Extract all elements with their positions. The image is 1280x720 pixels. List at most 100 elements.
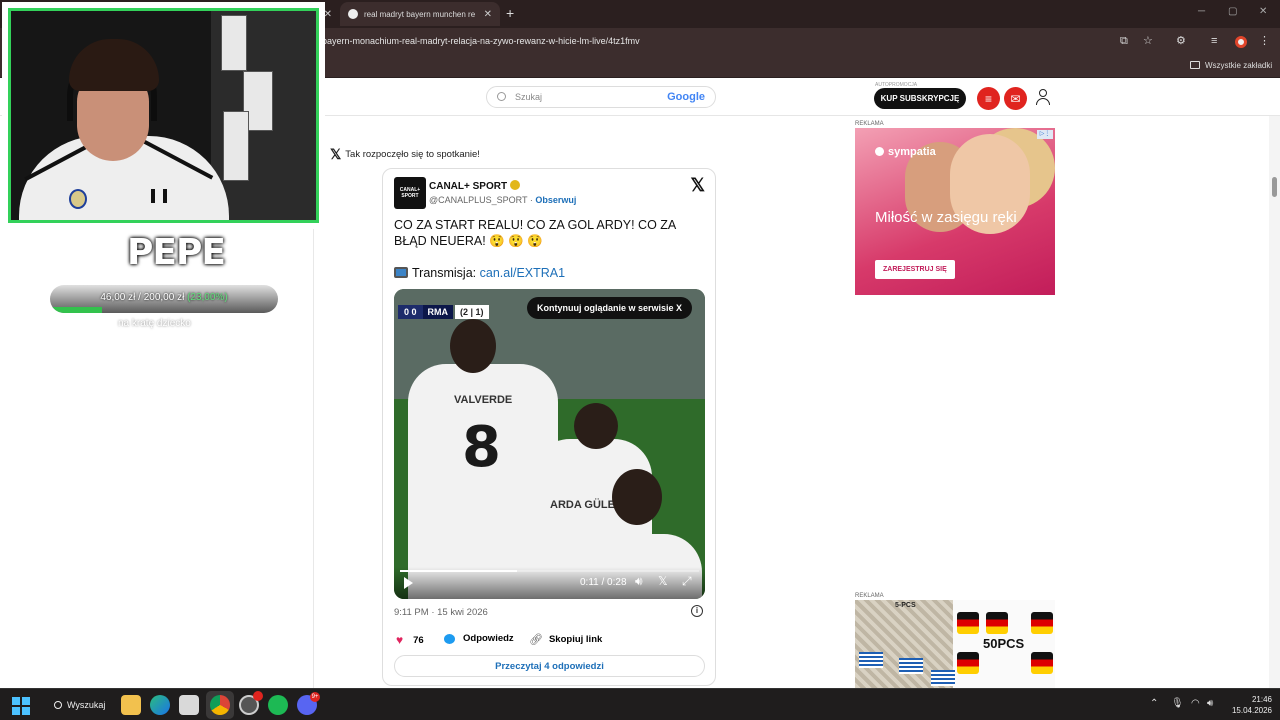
sympatia-ad[interactable]: sympatia Miłość w zasięgu ręki ZAREJESTR… xyxy=(855,128,1055,295)
chevron-up-icon[interactable]: ⌃ xyxy=(1150,699,1158,709)
spotify-icon[interactable] xyxy=(268,695,288,715)
donation-caption: na kratę dziecko xyxy=(118,318,191,329)
scrollbar-thumb[interactable] xyxy=(1272,177,1277,197)
germany-flag-icon xyxy=(1031,612,1053,634)
mail-icon[interactable]: ✉ xyxy=(1004,87,1027,110)
x-logo-icon[interactable]: 𝕏 xyxy=(658,575,668,587)
ad-brand-text: sympatia xyxy=(888,146,936,158)
taskbar-search[interactable]: Wyszukaj xyxy=(44,694,115,716)
media-controls-icon[interactable]: ≡ xyxy=(1211,36,1217,47)
tab-active[interactable]: real madryt bayern munchen re ✕ xyxy=(340,2,500,26)
tweet-text: CO ZA START REALU! CO ZA GOL ARDY! CO ZA… xyxy=(394,218,676,248)
user-head xyxy=(1039,89,1047,97)
user-account-icon[interactable] xyxy=(1034,87,1052,107)
google-logo: Google xyxy=(667,91,705,103)
chrome-icon[interactable] xyxy=(210,695,230,715)
video-progress-bar[interactable] xyxy=(400,570,699,572)
real-madrid-crest-icon xyxy=(69,189,87,209)
player-head xyxy=(612,469,662,525)
clock[interactable]: 21:46 15.04.2026 xyxy=(1222,694,1272,716)
extensions-icon[interactable]: ⚙ xyxy=(1176,36,1186,47)
heart-icon: ♥ xyxy=(396,633,404,647)
volume-icon[interactable]: 🔊︎ xyxy=(1207,699,1213,709)
page-scrollbar[interactable] xyxy=(1269,116,1280,688)
flags-ad[interactable]: 5-PCS 50PCS xyxy=(855,600,1055,688)
search-box[interactable]: Szukaj Google xyxy=(486,86,716,108)
all-bookmarks-label: Wszystkie zakładki xyxy=(1205,61,1273,70)
notification-dot xyxy=(253,691,263,701)
cam-cabinet xyxy=(221,15,247,71)
search-input[interactable]: Szukaj xyxy=(515,92,542,102)
wifi-icon[interactable]: ◠ xyxy=(1191,699,1200,709)
profile-avatar[interactable] xyxy=(1235,36,1247,48)
ad-pcs-text: 5-PCS xyxy=(895,602,916,609)
player-head xyxy=(450,319,496,373)
bookmark-star-icon[interactable]: ☆ xyxy=(1143,36,1153,47)
donation-goal-bar: 46,00 zł / 200,00 zł (23,00%) xyxy=(50,285,278,313)
info-icon[interactable]: i xyxy=(691,605,703,617)
minimize-icon[interactable]: ─ xyxy=(1198,6,1205,17)
germany-flag-icon xyxy=(957,652,979,674)
x-logo-icon[interactable]: 𝕏 xyxy=(690,175,705,196)
donation-text: 46,00 zł / 200,00 zł (23,00%) xyxy=(50,292,278,303)
close-window-icon[interactable]: ✕ xyxy=(1259,6,1267,17)
broadcast-link[interactable]: can.al/EXTRA1 xyxy=(480,266,565,280)
embedded-tweet: CANAL+ SPORT CANAL+ SPORT @CANALPLUS_SPO… xyxy=(382,168,716,686)
x-intro-text: Tak rozpoczęło się to spotkanie! xyxy=(345,149,480,160)
store-icon[interactable] xyxy=(179,695,199,715)
reply-button[interactable]: Odpowiedz xyxy=(444,633,514,644)
donation-percent: (23,00%) xyxy=(187,292,228,303)
tweet-handle[interactable]: @CANALPLUS_SPORT xyxy=(429,195,527,205)
close-icon[interactable]: ✕ xyxy=(484,9,492,20)
germany-flag-icon xyxy=(1031,652,1053,674)
install-app-icon[interactable]: ⧉ xyxy=(1120,36,1128,47)
file-explorer-icon[interactable] xyxy=(121,695,141,715)
google-favicon-icon xyxy=(348,9,358,19)
fullscreen-icon[interactable]: ⤢ xyxy=(682,575,692,587)
folder-icon xyxy=(1190,61,1200,69)
tv-icon xyxy=(394,267,408,278)
cam-cabinet xyxy=(223,111,249,181)
germany-flag-icon xyxy=(986,612,1008,634)
streamer-hair xyxy=(69,39,159,91)
menu-hamburger-icon[interactable]: ≡ xyxy=(977,87,1000,110)
all-bookmarks-button[interactable]: Wszystkie zakładki xyxy=(1190,61,1272,70)
new-tab-button[interactable]: + xyxy=(506,6,514,20)
germany-flag-icon xyxy=(957,612,979,634)
subscribe-button[interactable]: KUP SUBSKRYPCJĘ xyxy=(874,88,966,109)
like-count: 76 xyxy=(413,634,424,646)
follow-button[interactable]: Obserwuj xyxy=(535,195,576,205)
shirt-number: 8 xyxy=(462,415,501,480)
donation-progress-fill xyxy=(50,307,103,313)
avatar[interactable]: CANAL+ SPORT xyxy=(394,177,426,209)
clock-date: 15.04.2026 xyxy=(1231,706,1272,715)
like-button[interactable]: ♥ 76 xyxy=(396,633,424,647)
video-progress-fill xyxy=(400,570,517,572)
ad-brand: sympatia xyxy=(875,146,936,158)
maximize-icon[interactable]: ▢ xyxy=(1228,6,1237,17)
microphone-icon[interactable]: 🎙︎ xyxy=(1171,699,1184,709)
taskbar-search-label: Wyszukaj xyxy=(67,700,106,710)
aggregate-score: (2 | 1) xyxy=(455,305,489,319)
url-field[interactable]: bayern-monachium-real-madryt-relacja-na-… xyxy=(322,36,640,46)
register-button[interactable]: ZAREJESTRUJ SIĘ xyxy=(875,260,955,279)
video-player[interactable]: VALVERDE 8 ARDA GÜLER 0 0 RMA (2 | 1) Ko… xyxy=(394,289,705,599)
webcam-overlay xyxy=(2,2,325,229)
windows-start-icon[interactable] xyxy=(12,697,30,715)
volume-icon[interactable]: 🔊︎ xyxy=(635,575,643,587)
verified-badge-icon xyxy=(510,180,521,190)
discord-badge: 9+ xyxy=(310,692,320,702)
edge-icon[interactable] xyxy=(150,695,170,715)
scorebug: 0 0 RMA (2 | 1) xyxy=(398,305,489,319)
adchoices-icon[interactable]: ▷⋮ xyxy=(1037,130,1053,139)
continue-on-x-button[interactable]: Kontynuuj oglądanie w serwisie X xyxy=(527,297,693,319)
read-replies-button[interactable]: Przeczytaj 4 odpowiedzi xyxy=(394,655,705,677)
copy-link-label: Skopiuj link xyxy=(548,634,603,645)
tweet-timestamp[interactable]: 9:11 PM · 15 kwi 2026 xyxy=(394,607,488,618)
ad-slogan: Miłość w zasięgu ręki xyxy=(875,209,1017,226)
copy-link-button[interactable]: 🔗︎ Skopiuj link xyxy=(529,633,602,646)
tweet-author-name[interactable]: CANAL+ SPORT xyxy=(429,180,521,192)
menu-dots-icon[interactable]: ⋮ xyxy=(1259,36,1270,47)
author-name-text: CANAL+ SPORT xyxy=(429,181,508,192)
play-icon[interactable] xyxy=(404,577,413,589)
